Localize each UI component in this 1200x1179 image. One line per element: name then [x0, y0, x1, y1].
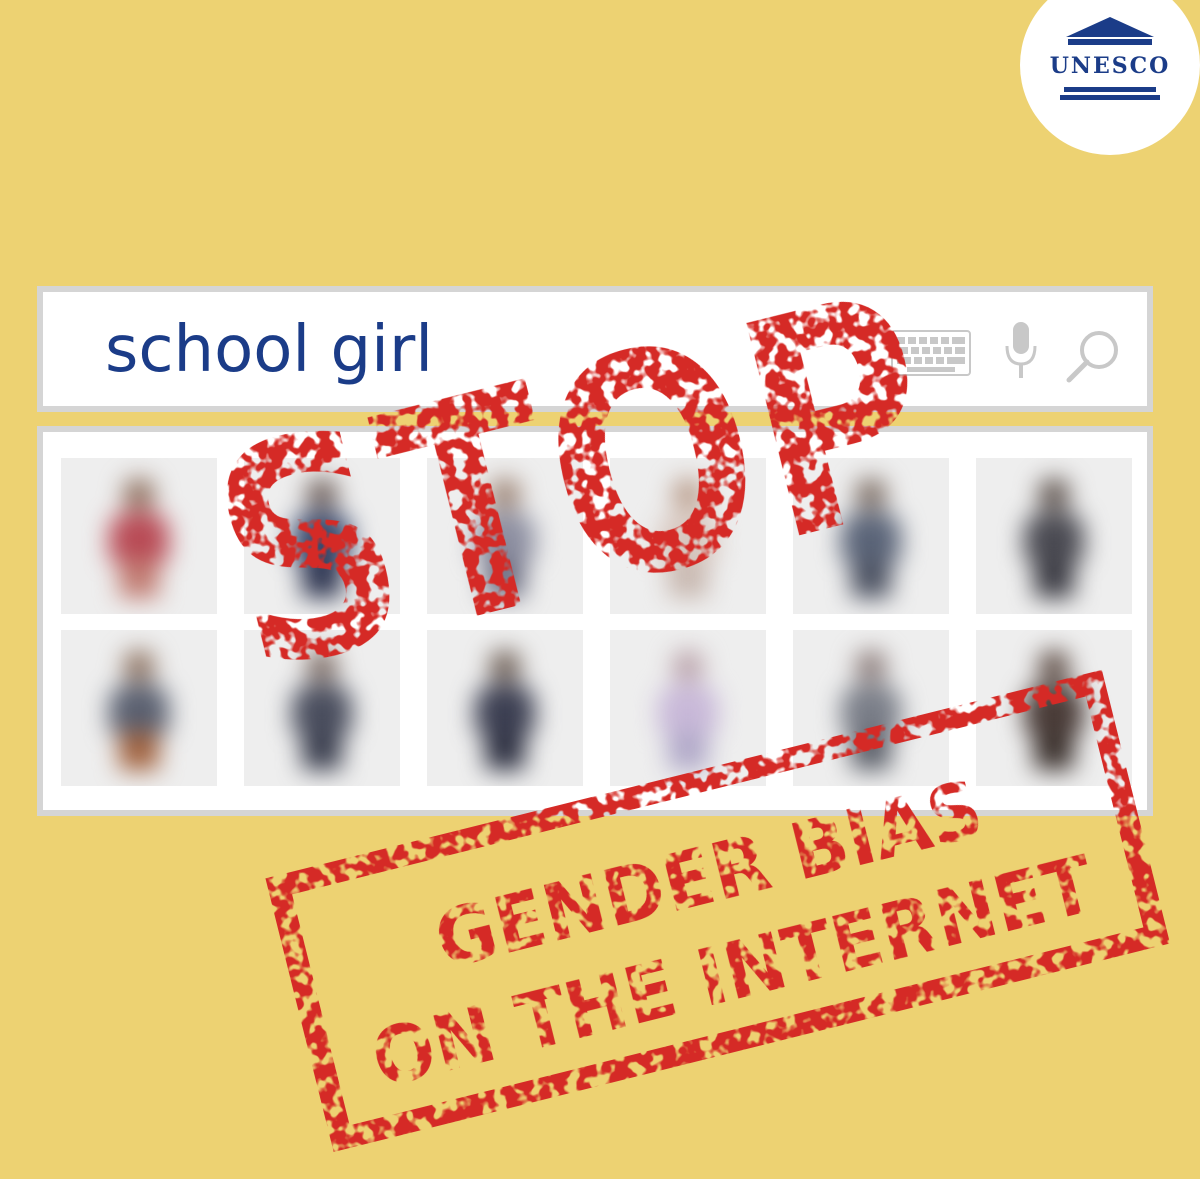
stop-text: STOP — [183, 228, 966, 741]
stop-stamp: STOP GENDER BIAS ON THE INTERNET — [183, 228, 1171, 1152]
